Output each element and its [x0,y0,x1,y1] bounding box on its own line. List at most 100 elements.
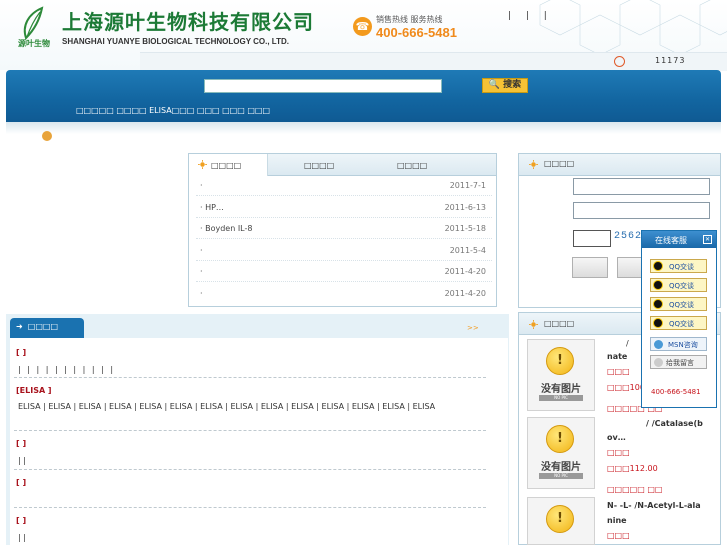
sun-icon [198,160,207,169]
news-title: · [200,181,203,190]
category-title[interactable]: [ ] [16,348,26,357]
category-title[interactable]: [ELISA ] [16,386,52,395]
news-item[interactable]: · 2011-4-20 [200,289,490,301]
warning-icon: ! [546,505,574,533]
qq-chat-button[interactable]: QQ交谈 [650,259,707,273]
visitor-counter: 11173 [655,56,686,65]
tab-news-2[interactable]: □□□□ [304,161,334,170]
product-name[interactable]: / [626,339,629,348]
category-divider [14,469,486,470]
news-divider [196,217,492,218]
msn-button[interactable]: MSN咨询 [650,337,707,351]
phone-icon: ☎ [353,17,372,36]
leave-message-button[interactable]: 给我留言 [650,355,707,369]
news-item[interactable]: · 2011-7-1 [200,181,490,193]
news-title: · HP… [200,203,224,212]
news-item[interactable]: · 2011-4-20 [200,267,490,279]
news-date: 2011-4-20 [444,289,486,298]
username-field[interactable] [573,178,710,195]
search-icon: 🔍 [488,80,501,90]
news-item[interactable]: · HP… 2011-6-13 [200,203,490,215]
category-title[interactable]: [ ] [16,516,26,525]
more-link[interactable]: >> [467,324,479,332]
product-image[interactable]: ! 没有图片 NO PIC [527,417,595,489]
category-items[interactable]: ELISA | ELISA | ELISA | ELISA | ELISA | … [18,399,488,414]
warning-icon: ! [546,347,574,375]
message-icon [654,358,663,367]
close-icon[interactable]: ✕ [703,235,712,244]
product-price: □□□112.00 [607,464,658,473]
product-name[interactable]: ov… [607,433,626,442]
login-title: □□□□ [544,159,575,168]
hot-search-links[interactable]: □□□□□ □□□□ ELISA□□□ □□□ □□□ □□□ [76,106,270,115]
speaker-icon [42,131,52,141]
logo-subtitle: 源叶生物 [18,38,50,48]
category-divider [14,430,486,431]
qq-penguin-icon [653,318,663,328]
password-field[interactable] [573,202,710,219]
product-name[interactable]: / /Catalase(b [646,419,703,428]
sun-icon [529,160,538,169]
news-divider [196,195,492,196]
product-name[interactable]: nate [607,352,627,361]
category-divider [14,507,486,508]
product-image[interactable]: ! [527,497,595,545]
category-title[interactable]: [ ] [16,478,26,487]
search-button-label: 搜索 [503,80,522,90]
warning-icon: ! [546,425,574,453]
product-label: □□□ [607,531,630,540]
news-divider [196,281,492,282]
sun-icon [529,320,538,329]
nopic-label: 没有图片 [541,462,581,473]
product-name[interactable]: nine [607,516,627,525]
nav-strip [140,52,727,71]
news-date: 2011-6-13 [444,203,486,212]
search-button[interactable]: 🔍 搜索 [482,78,528,93]
news-item[interactable]: · 2011-5-4 [200,246,490,258]
qq-penguin-icon [653,280,663,290]
arrow-right-icon: ➜ [16,322,23,331]
nopic-sub: NO PIC [539,473,583,479]
product-name[interactable]: N- -L- /N-Acetyl-L-ala [607,501,701,510]
service-title: 在线客服 [655,236,687,245]
nopic-label: 没有图片 [541,384,581,395]
category-items[interactable]: | | [18,530,488,545]
product-label: □□□ [607,448,630,457]
product-action[interactable]: □□□□□ □□ [607,485,662,494]
service-phone: 400-666-5481 [651,388,701,396]
news-divider [196,238,492,239]
product-price: □□□100 [607,383,645,392]
company-name-cn: 上海源叶生物科技有限公司 [62,10,314,34]
news-date: 2011-5-4 [449,246,486,255]
category-items[interactable]: | | | | | | | | | | | [18,362,488,377]
qq-penguin-icon [653,299,663,309]
product-label: □□□ [607,367,630,376]
news-title: · [200,289,203,298]
qq-chat-button[interactable]: QQ交谈 [650,316,707,330]
qq-chat-button[interactable]: QQ交谈 [650,297,707,311]
news-item[interactable]: · Boyden IL-8 2011-5-18 [200,224,490,236]
news-title: · [200,267,203,276]
company-name-en: SHANGHAI YUANYE BIOLOGICAL TECHNOLOGY CO… [62,37,289,46]
qq-penguin-icon [653,261,663,271]
news-date: 2011-7-1 [449,181,486,190]
clock-icon [614,56,625,67]
nopic-sub: NO PIC [539,395,583,401]
hotline-label: 销售热线 服务热线 [376,15,443,24]
product-image[interactable]: ! 没有图片 NO PIC [527,339,595,411]
login-button[interactable] [572,257,608,278]
news-title: · [200,246,203,255]
tab-news-3[interactable]: □□□□ [397,161,427,170]
category-items[interactable]: | | [18,453,488,468]
msn-icon [654,340,663,349]
news-title: · Boyden IL-8 [200,224,253,233]
search-input[interactable] [204,79,442,93]
captcha-image[interactable]: 2562 [614,231,642,242]
product-tab-label: ➜ □□□□ [16,322,59,331]
top-links[interactable]: | | | [508,11,553,21]
tab-news-1[interactable]: □□□□ [211,161,241,170]
captcha-input[interactable] [573,230,611,247]
news-divider [196,260,492,261]
category-title[interactable]: [ ] [16,439,26,448]
qq-chat-button[interactable]: QQ交谈 [650,278,707,292]
